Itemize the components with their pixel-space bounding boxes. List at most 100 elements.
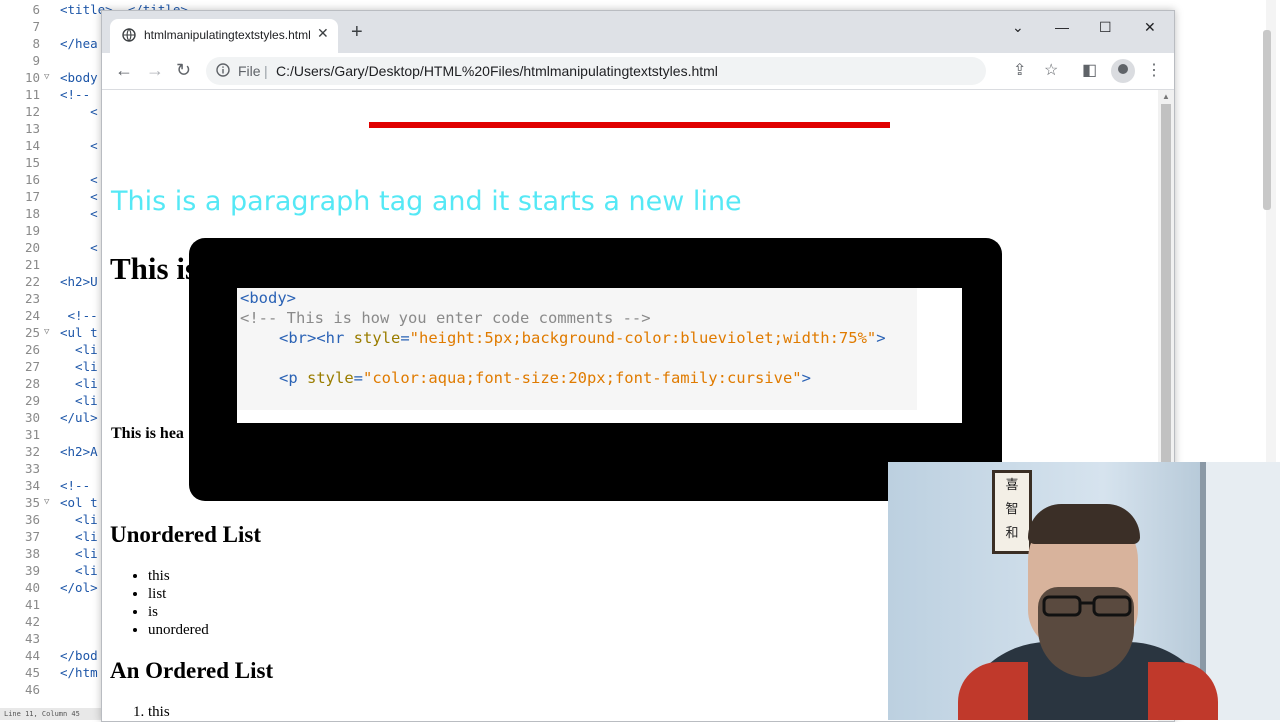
editor-status-bar: Line 11, Column 45: [0, 708, 101, 720]
line-number: 41: [24, 597, 40, 612]
line-number: 45: [24, 665, 40, 680]
scroll-up-arrow-icon[interactable]: ▲: [1162, 92, 1170, 101]
snippet-line-2: <!-- This is how you enter code comments…: [240, 308, 651, 328]
page-scrollbar-thumb[interactable]: [1161, 104, 1171, 464]
code-text: <!--: [60, 308, 98, 323]
line-number: 12: [24, 104, 40, 119]
back-button[interactable]: ←: [115, 60, 133, 80]
address-bar[interactable]: File | C:/Users/Gary/Desktop/HTML%20File…: [206, 57, 986, 85]
code-text: <: [60, 240, 98, 255]
code-text: <li: [60, 563, 98, 578]
code-text: <: [60, 172, 98, 187]
profile-avatar[interactable]: [1111, 59, 1135, 83]
code-text: <li: [60, 342, 98, 357]
fold-arrow-icon[interactable]: ▽: [44, 69, 49, 86]
br-hr-tag: <br><hr: [279, 329, 345, 347]
horizontal-rule: [369, 122, 890, 128]
line-number: 11: [24, 87, 40, 102]
editor-scrollbar-thumb[interactable]: [1263, 30, 1271, 210]
line-number: 36: [24, 512, 40, 527]
line-number: 27: [24, 359, 40, 374]
code-text: <h2>U: [60, 274, 98, 289]
line-number: 32: [24, 444, 40, 459]
body-tag: <body>: [240, 289, 296, 307]
code-text: </ul>: [60, 410, 98, 425]
snippet-line-4: <p style="color:aqua;font-size:20px;font…: [279, 368, 811, 388]
list-item: unordered: [148, 621, 209, 639]
url-text[interactable]: C:/Users/Gary/Desktop/HTML%20Files/htmlm…: [276, 63, 718, 79]
line-number: 7: [32, 19, 40, 34]
p-tag: <p: [279, 369, 298, 387]
line-number: 9: [32, 53, 40, 68]
editor-scrollbar[interactable]: [1263, 0, 1276, 462]
tag-close: >: [876, 329, 886, 347]
line-number: 23: [24, 291, 40, 306]
close-window-button[interactable]: ✕: [1144, 19, 1156, 36]
browser-toolbar: ← → ↻ File | C:/Users/Gary/Desktop/HTML%…: [102, 53, 1174, 90]
code-text: <: [60, 104, 98, 119]
glasses-icon: [1042, 595, 1132, 617]
code-text: <ul t: [60, 325, 98, 340]
line-number: 40: [24, 580, 40, 595]
side-panel-icon[interactable]: ◧: [1082, 62, 1097, 80]
line-number: 20: [24, 240, 40, 255]
code-text: <!--: [60, 87, 91, 102]
tab-title: htmlmanipulatingtextstyles.html: [144, 28, 311, 42]
equals-sign: =: [353, 369, 364, 387]
editor-right-panel: [1173, 0, 1280, 462]
calligraphy-scroll: 喜 智 和: [992, 470, 1032, 554]
code-text: <li: [60, 546, 98, 561]
line-number: 35: [24, 495, 40, 510]
forward-button[interactable]: →: [146, 60, 164, 80]
line-number: 33: [24, 461, 40, 476]
code-snippet: <body> <!-- This is how you enter code c…: [237, 288, 917, 410]
code-text: <li: [60, 512, 98, 527]
line-number: 24: [24, 308, 40, 323]
line-number: 13: [24, 121, 40, 136]
maximize-button[interactable]: ☐: [1099, 19, 1112, 36]
code-text: <body: [60, 70, 98, 85]
line-number: 17: [24, 189, 40, 204]
style-value: "height:5px;background-color:blueviolet;…: [409, 329, 877, 347]
tab-close-icon[interactable]: ✕: [317, 25, 329, 42]
url-separator: |: [264, 63, 268, 79]
reload-button[interactable]: ↻: [176, 60, 191, 80]
style-attribute: style: [297, 369, 354, 387]
info-icon[interactable]: [216, 63, 230, 77]
line-number: 19: [24, 223, 40, 238]
line-number: 8: [32, 36, 40, 51]
line-number: 38: [24, 546, 40, 561]
tag-close: >: [801, 369, 811, 387]
line-number: 43: [24, 631, 40, 646]
line-number: 44: [24, 648, 40, 663]
minimize-button[interactable]: —: [1055, 19, 1069, 35]
line-number: 31: [24, 427, 40, 442]
tab-strip: htmlmanipulatingtextstyles.html ✕ + ⌄ — …: [102, 11, 1174, 53]
browser-tab[interactable]: htmlmanipulatingtextstyles.html ✕: [110, 19, 338, 53]
style-attribute: style: [344, 329, 401, 347]
fold-arrow-icon[interactable]: ▽: [44, 494, 49, 511]
bookmark-star-icon[interactable]: ☆: [1044, 62, 1058, 80]
code-snippet-card: <body> <!-- This is how you enter code c…: [237, 288, 962, 423]
code-text: </bod: [60, 648, 98, 663]
line-number: 18: [24, 206, 40, 221]
paragraph-text: This is a paragraph tag and it starts a …: [111, 186, 742, 217]
list-item: list: [148, 585, 209, 603]
code-text: <!--: [60, 478, 91, 493]
new-tab-button[interactable]: +: [351, 22, 363, 42]
code-text: <ol t: [60, 495, 98, 510]
tab-search-icon[interactable]: ⌄: [1012, 19, 1024, 36]
code-text: <: [60, 138, 98, 153]
list-item: is: [148, 603, 209, 621]
line-number: 10: [24, 70, 40, 85]
menu-icon[interactable]: ⋮: [1146, 62, 1162, 80]
html-comment: <!-- This is how you enter code comments…: [240, 309, 651, 327]
fold-arrow-icon[interactable]: ▽: [44, 324, 49, 341]
heading-1: This is: [110, 251, 198, 286]
snippet-line-1: <body>: [240, 288, 296, 308]
list-item: this: [148, 567, 209, 585]
line-number: 25: [24, 325, 40, 340]
share-icon[interactable]: ⇪: [1013, 62, 1026, 80]
code-text: </htm: [60, 665, 98, 680]
code-text: <li: [60, 376, 98, 391]
